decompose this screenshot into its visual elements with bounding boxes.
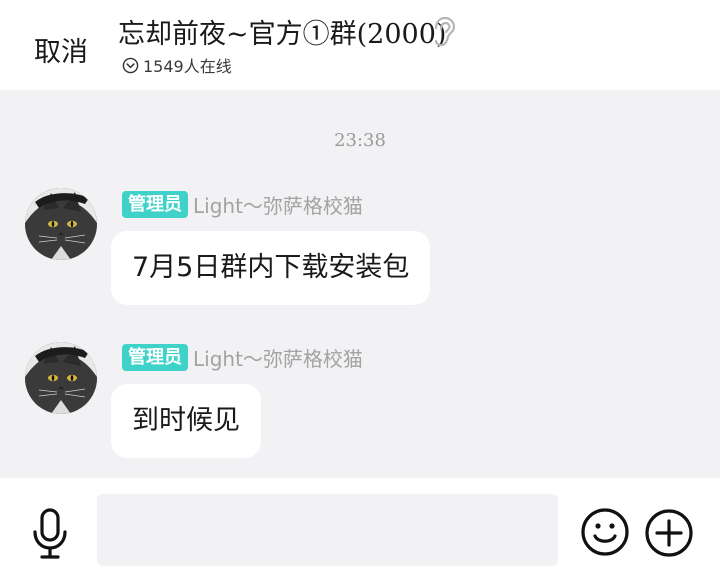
microphone-icon[interactable] (31, 508, 69, 560)
chevron-down-circle-icon (122, 57, 139, 73)
message-input[interactable] (97, 494, 558, 566)
group-title[interactable]: 忘却前夜~官方①群(2000) (118, 12, 446, 51)
avatar[interactable] (25, 188, 97, 260)
black-cat-avatar (25, 342, 97, 414)
plus-circle-icon[interactable] (644, 508, 694, 558)
message-meta: 管理员 Light～弥萨格校猫 (122, 190, 363, 218)
admin-badge: 管理员 (122, 343, 188, 371)
admin-badge: 管理员 (122, 190, 188, 218)
sender-name[interactable]: Light～弥萨格校猫 (193, 343, 363, 372)
sender-name[interactable]: Light～弥萨格校猫 (193, 190, 363, 219)
ear-icon[interactable] (430, 16, 456, 48)
timestamp: 23:38 (334, 130, 386, 151)
black-cat-avatar (25, 188, 97, 260)
cancel-button[interactable]: 取消 (34, 30, 88, 69)
message-bubble[interactable]: 7月5日群内下载安装包 (111, 231, 431, 305)
message-list[interactable]: 23:38 管理员 Light～弥萨格校猫 7月5日群内下载安装包 管理员 Li… (0, 90, 720, 478)
online-status[interactable]: 1549人在线 (122, 55, 232, 76)
message-composer (0, 478, 720, 585)
message-bubble[interactable]: 到时候见 (111, 384, 261, 458)
chat-header: 取消 忘却前夜~官方①群(2000) 1549人在线 (0, 0, 720, 90)
online-count: 1549人在线 (143, 57, 232, 76)
message-meta: 管理员 Light～弥萨格校猫 (122, 343, 363, 371)
avatar[interactable] (25, 342, 97, 414)
emoji-icon[interactable] (580, 507, 630, 557)
